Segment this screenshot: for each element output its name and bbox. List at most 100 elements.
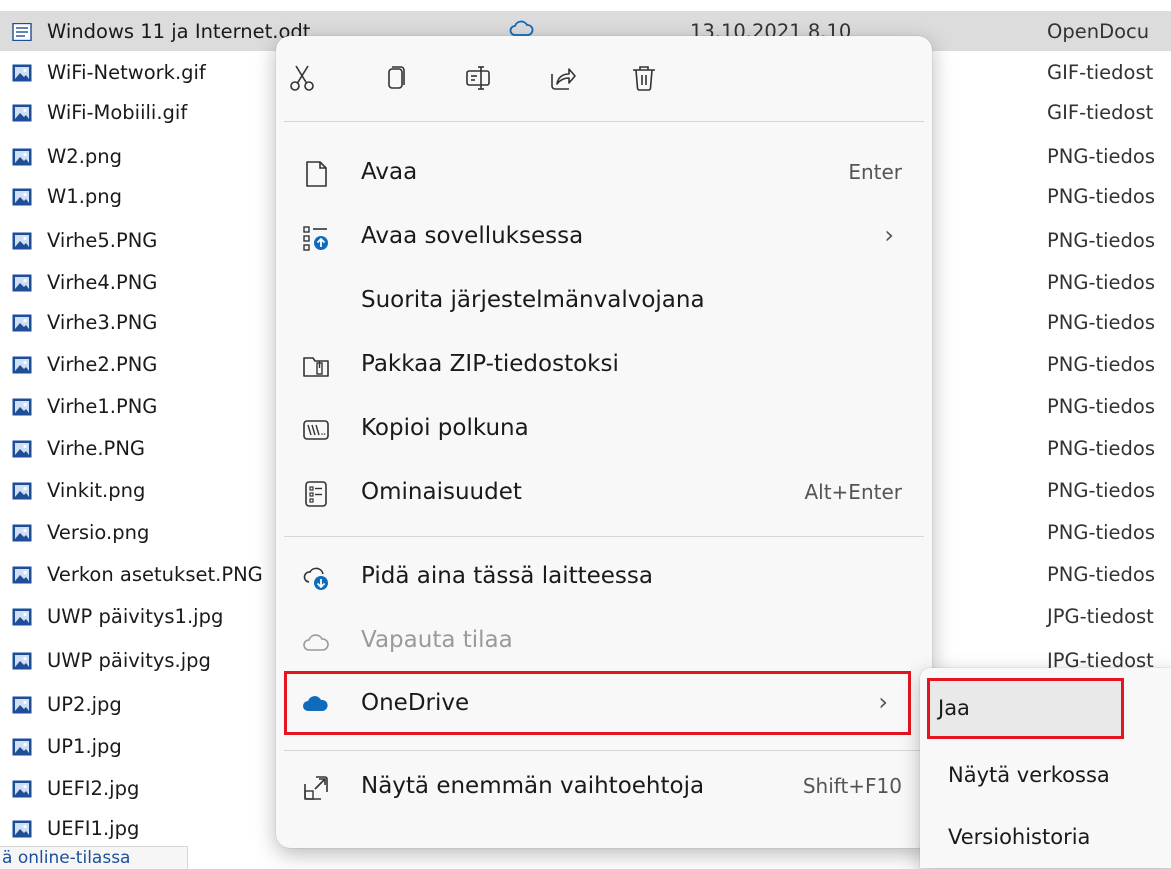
submenu-item-label: Versiohistoria: [948, 825, 1091, 849]
open-with-icon: [303, 226, 328, 251]
image-file-icon: [12, 148, 32, 166]
file-type: OpenDocu: [1047, 20, 1150, 43]
submenu-item-label: Jaa: [938, 696, 970, 720]
copy-path-icon: [303, 420, 329, 440]
file-name: UEFI1.jpg: [47, 817, 140, 840]
menu-item-run-as-admin[interactable]: Suorita järjestelmänvalvojana: [276, 268, 932, 332]
file-icon: [306, 161, 327, 187]
cloud-status-icon: [509, 20, 534, 36]
image-file-icon: [12, 608, 32, 626]
file-type: JPG-tiedost: [1047, 605, 1154, 628]
menu-item-label: Pidä aina tässä laitteessa: [361, 563, 653, 589]
menu-item-open-with[interactable]: Avaa sovelluksessa ›: [276, 204, 932, 268]
file-type: PNG-tiedos: [1047, 521, 1156, 544]
submenu-item-label: Näytä verkossa: [948, 763, 1110, 787]
file-type: PNG-tiedos: [1047, 311, 1156, 334]
rename-button[interactable]: [454, 54, 502, 102]
submenu-item-version-history[interactable]: Versiohistoria: [934, 806, 1171, 868]
image-file-icon: [12, 482, 32, 500]
file-type: PNG-tiedos: [1047, 437, 1156, 460]
image-file-icon: [12, 440, 32, 458]
cloud-download-icon: [303, 567, 328, 590]
menu-item-open[interactable]: Avaa Enter: [276, 140, 932, 204]
chevron-right-icon: ›: [884, 221, 894, 249]
submenu-item-share[interactable]: Jaa: [927, 678, 1124, 739]
menu-item-always-keep[interactable]: Pidä aina tässä laitteessa: [276, 544, 932, 608]
delete-icon: [633, 66, 655, 91]
menu-item-label: Avaa: [361, 159, 418, 185]
file-name: Virhe4.PNG: [47, 271, 158, 294]
file-name: Versio.png: [47, 521, 150, 544]
menu-item-copy-as-path[interactable]: Kopioi polkuna: [276, 396, 932, 460]
file-type: PNG-tiedos: [1047, 229, 1156, 252]
file-name: Virhe.PNG: [47, 437, 146, 460]
cloud-icon: [303, 634, 329, 651]
image-file-icon: [12, 738, 32, 756]
image-file-icon: [12, 188, 32, 206]
menu-separator: [284, 536, 924, 537]
menu-item-compress-zip[interactable]: Pakkaa ZIP-tiedostoksi: [276, 332, 932, 396]
file-name: UEFI2.jpg: [47, 777, 140, 800]
context-menu: Avaa Enter Avaa sovelluksessa › Suorita …: [276, 36, 932, 848]
menu-item-label: OneDrive: [361, 690, 470, 716]
file-type: PNG-tiedos: [1047, 353, 1156, 376]
image-file-icon: [12, 314, 32, 332]
file-name: WiFi-Mobiili.gif: [47, 101, 188, 124]
image-file-icon: [12, 232, 32, 250]
rename-icon: [466, 66, 490, 90]
document-file-icon: [12, 23, 32, 41]
share-icon: [551, 68, 576, 90]
menu-item-label: Suorita järjestelmänvalvojana: [361, 287, 705, 313]
cut-icon: [290, 65, 314, 91]
copy-icon: [388, 66, 405, 89]
status-text: ä online-tilassa: [2, 848, 131, 868]
menu-separator: [284, 750, 924, 751]
menu-item-shortcut: Shift+F10: [802, 774, 902, 798]
menu-item-onedrive[interactable]: OneDrive ›: [284, 671, 911, 735]
image-file-icon: [12, 104, 32, 122]
copy-button[interactable]: [372, 54, 420, 102]
file-name: UWP päivitys1.jpg: [47, 605, 224, 628]
file-type: PNG-tiedos: [1047, 271, 1156, 294]
image-file-icon: [12, 780, 32, 798]
file-name: Vinkit.png: [47, 479, 146, 502]
file-type: GIF-tiedost: [1047, 61, 1154, 84]
status-bar: ä online-tilassa: [0, 846, 188, 869]
more-options-icon: [304, 776, 328, 800]
image-file-icon: [12, 274, 32, 292]
menu-item-properties[interactable]: Ominaisuudet Alt+Enter: [276, 460, 932, 524]
image-file-icon: [12, 820, 32, 838]
menu-item-free-up-space: Vapauta tilaa: [276, 608, 932, 672]
file-type: GIF-tiedost: [1047, 101, 1154, 124]
file-name: Virhe2.PNG: [47, 353, 158, 376]
file-name: Windows 11 ja Internet.odt: [47, 20, 311, 43]
image-file-icon: [12, 356, 32, 374]
file-name: W1.png: [47, 185, 123, 208]
menu-item-label: Ominaisuudet: [361, 479, 522, 505]
menu-separator: [284, 121, 924, 122]
share-button[interactable]: [538, 54, 586, 102]
file-type: PNG-tiedos: [1047, 395, 1156, 418]
menu-item-label: Näytä enemmän vaihtoehtoja: [361, 773, 705, 799]
menu-item-shortcut: Enter: [848, 160, 902, 184]
menu-item-label: Kopioi polkuna: [361, 415, 529, 441]
onedrive-submenu: Jaa Näytä verkossa Versiohistoria: [920, 668, 1171, 868]
menu-item-show-more-options[interactable]: Näytä enemmän vaihtoehtoja Shift+F10: [276, 754, 932, 818]
image-file-icon: [12, 652, 32, 670]
file-name: Virhe3.PNG: [47, 311, 158, 334]
image-file-icon: [12, 566, 32, 584]
submenu-item-view-online[interactable]: Näytä verkossa: [934, 744, 1171, 806]
image-file-icon: [12, 696, 32, 714]
cut-button[interactable]: [278, 54, 326, 102]
image-file-icon: [12, 524, 32, 542]
image-file-icon: [12, 398, 32, 416]
file-name: Virhe1.PNG: [47, 395, 158, 418]
file-name: UP2.jpg: [47, 693, 122, 716]
file-type: PNG-tiedos: [1047, 563, 1156, 586]
file-name: Virhe5.PNG: [47, 229, 158, 252]
delete-button[interactable]: [620, 54, 668, 102]
file-name: WiFi-Network.gif: [47, 61, 206, 84]
file-name: UP1.jpg: [47, 735, 122, 758]
file-type: PNG-tiedos: [1047, 145, 1156, 168]
file-name: UWP päivitys.jpg: [47, 649, 211, 672]
